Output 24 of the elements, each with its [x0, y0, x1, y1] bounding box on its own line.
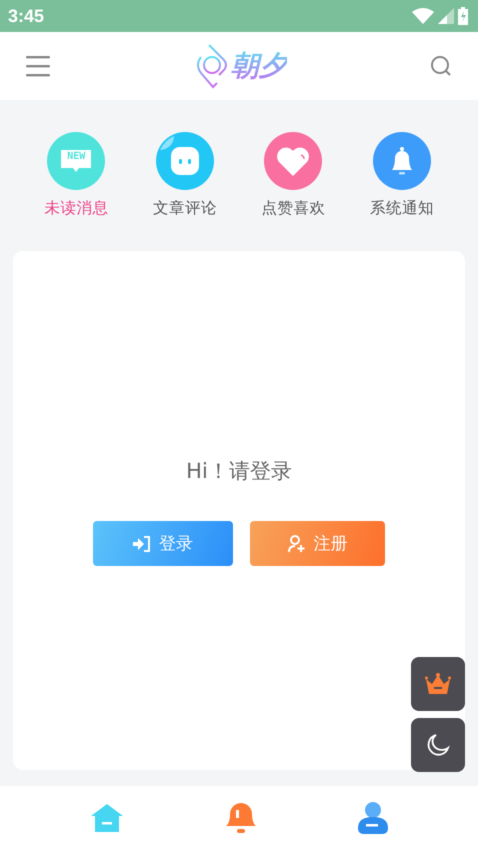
search-button[interactable] [430, 55, 452, 77]
shortcut-item[interactable]: 点赞喜欢 [243, 132, 344, 219]
shortcut-item[interactable]: 文章评论 [134, 132, 235, 219]
status-time: 3:45 [8, 6, 44, 26]
crown-button[interactable] [411, 657, 465, 711]
bell-tab[interactable] [224, 802, 257, 834]
signal-icon [438, 8, 454, 24]
dark-mode-button[interactable] [411, 718, 465, 772]
logo-icon [195, 43, 229, 89]
new-label: NEW [66, 151, 86, 162]
add-user-icon [288, 534, 306, 552]
user-tab[interactable] [358, 802, 388, 834]
battery-icon [458, 7, 468, 25]
login-icon [133, 536, 151, 552]
new-message-icon [47, 132, 106, 190]
menu-button[interactable] [26, 55, 52, 77]
moon-icon [426, 733, 450, 757]
wifi-icon [412, 8, 434, 24]
crown-icon [425, 673, 451, 695]
shortcut-item[interactable]: 系统通知 [352, 132, 452, 219]
chat-bubble-icon [156, 132, 214, 190]
login-prompt: Hi！请登录 [186, 458, 292, 485]
home-tab[interactable] [90, 802, 124, 832]
bell-icon [372, 132, 431, 190]
